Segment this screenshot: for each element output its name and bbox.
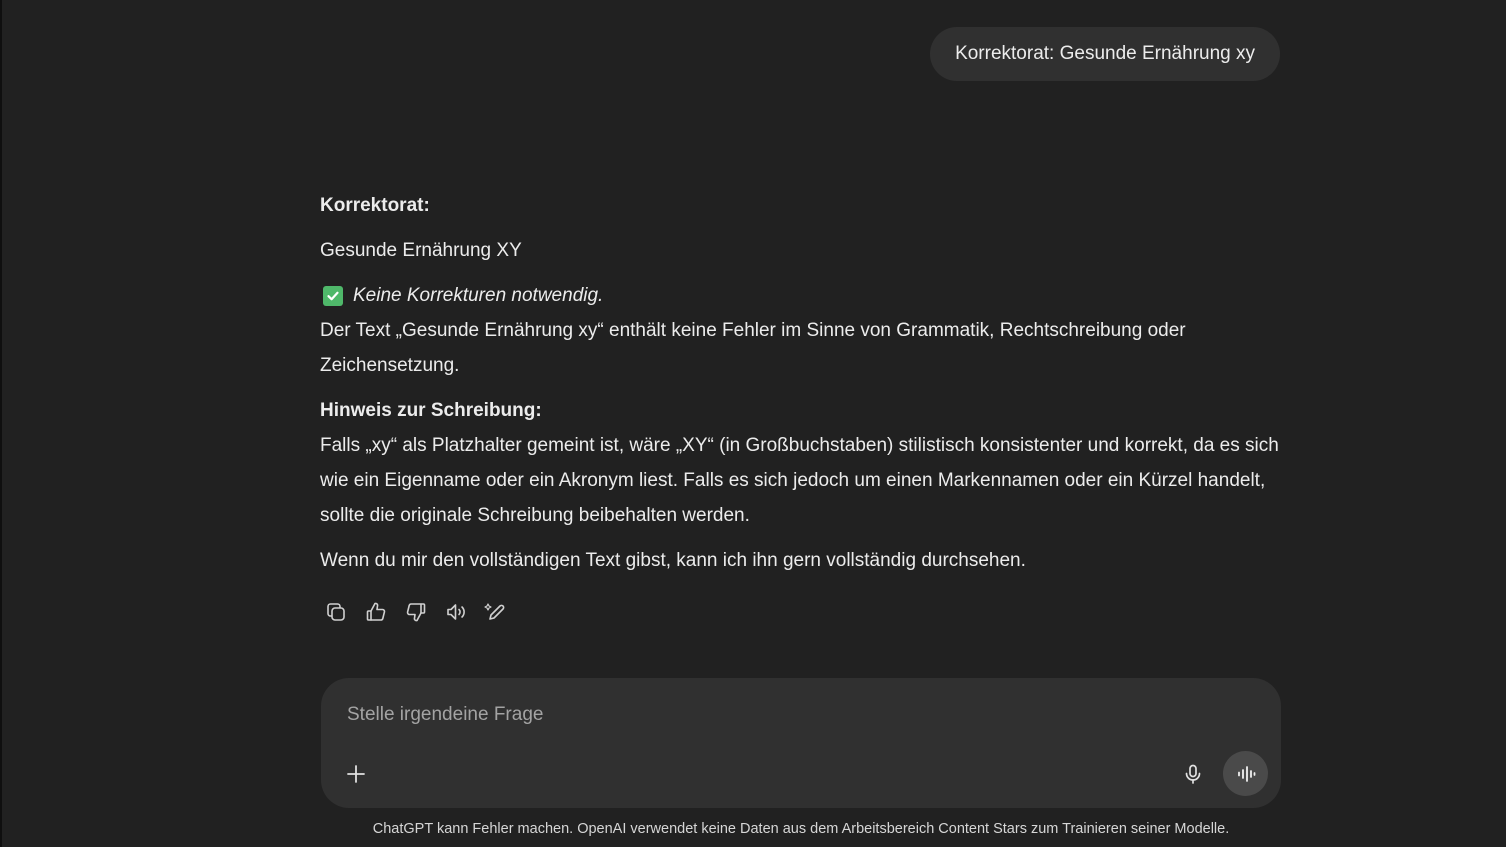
message-actions xyxy=(320,598,512,626)
note-heading: Hinweis zur Schreibung: xyxy=(320,400,542,421)
chat-page: Korrektorat: Gesunde Ernährung xy Korrek… xyxy=(0,0,1506,847)
read-aloud-icon xyxy=(447,604,465,620)
user-message-bubble: Korrektorat: Gesunde Ernährung xy xyxy=(930,27,1280,81)
thumbs-up-button[interactable] xyxy=(360,598,392,626)
user-message-text: Korrektorat: Gesunde Ernährung xy xyxy=(955,43,1255,64)
composer xyxy=(321,678,1281,808)
thumbs-down-button[interactable] xyxy=(400,598,432,626)
assistant-check-block: Keine Korrekturen notwendig. Der Text „G… xyxy=(320,278,1282,383)
dictate-button[interactable] xyxy=(1176,757,1210,791)
voice-mode-icon xyxy=(1237,765,1255,782)
copy-icon xyxy=(327,603,345,621)
check-line: Keine Korrekturen notwendig. xyxy=(320,278,1282,313)
assistant-explanation: Der Text „Gesunde Ernährung xy“ enthält … xyxy=(320,320,1186,376)
note-text: Falls „xy“ als Platzhalter gemeint ist, … xyxy=(320,435,1279,526)
edit-button[interactable] xyxy=(480,598,512,626)
voice-mode-button[interactable] xyxy=(1223,751,1268,796)
assistant-closing: Wenn du mir den vollständigen Text gibst… xyxy=(320,550,1026,571)
assistant-heading: Korrektorat: xyxy=(320,195,430,216)
prompt-input[interactable] xyxy=(347,700,1227,730)
check-text: Keine Korrekturen notwendig. xyxy=(353,285,604,306)
plus-icon xyxy=(347,765,365,783)
assistant-title-line: Gesunde Ernährung XY xyxy=(320,240,522,261)
thumbs-down-icon xyxy=(406,603,426,622)
assistant-message: Korrektorat: Gesunde Ernährung XY Keine … xyxy=(320,188,1282,588)
add-attachment-button[interactable] xyxy=(339,757,373,791)
assistant-note-block: Hinweis zur Schreibung: Falls „xy“ als P… xyxy=(320,393,1282,533)
microphone-icon xyxy=(1185,764,1201,784)
sidebar-edge xyxy=(0,0,2,847)
check-mark-icon xyxy=(323,285,343,306)
footer-disclaimer: ChatGPT kann Fehler machen. OpenAI verwe… xyxy=(372,821,1230,837)
thumbs-up-icon xyxy=(366,602,386,621)
read-aloud-button[interactable] xyxy=(440,598,472,626)
copy-button[interactable] xyxy=(320,598,352,626)
edit-icon xyxy=(484,603,505,620)
